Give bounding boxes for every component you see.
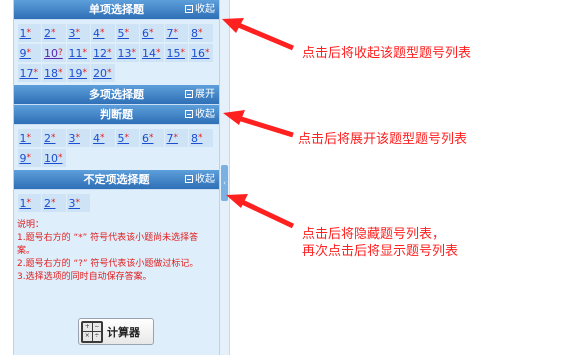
annotation-expand: 点击后将展开该题型题号列表 <box>298 132 468 147</box>
arrow-expand-head <box>223 110 245 125</box>
arrow-expand-shaft <box>237 115 294 138</box>
annotation-arrows <box>222 18 295 229</box>
annotation-hide-line-2: 再次点击后将显示题号列表 <box>302 244 459 259</box>
arrow-collapse-shaft <box>235 21 294 51</box>
annotation-collapse: 点击后将收起该题型题号列表 <box>302 46 472 61</box>
arrow-hide-shaft <box>238 198 295 229</box>
annotation-hide-line-1: 点击后将隐藏题号列表， <box>302 227 446 242</box>
